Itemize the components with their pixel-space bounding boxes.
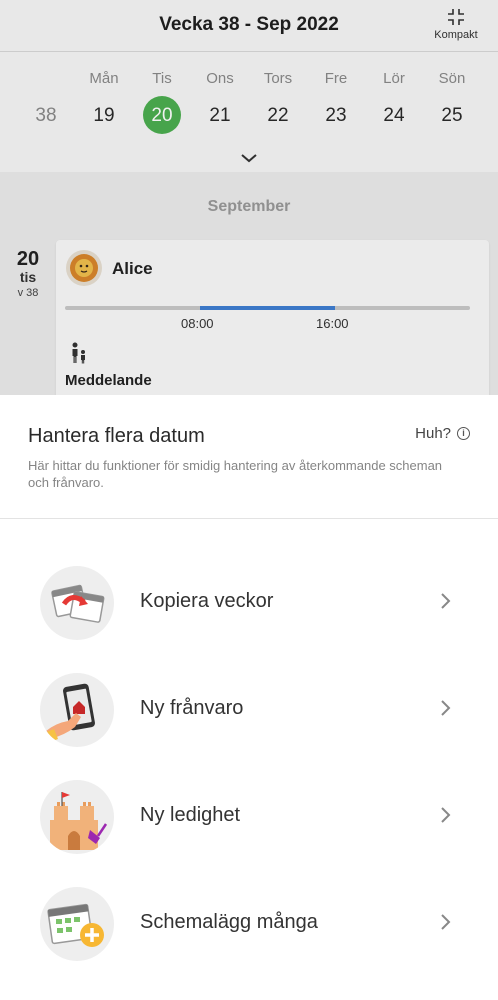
menu-item-new-absence[interactable]: Ny frånvaro — [0, 659, 498, 759]
menu-item-new-leave[interactable]: Ny ledighet — [0, 766, 498, 866]
help-button[interactable]: Huh? i — [415, 425, 470, 442]
schedule-many-icon — [40, 887, 114, 961]
copy-weeks-icon — [40, 566, 114, 640]
chevron-right-icon — [441, 807, 451, 823]
menu-item-label: Ny frånvaro — [140, 697, 244, 719]
chevron-right-icon — [441, 914, 451, 930]
sheet-header: Hantera flera datum Huh? i Här hittar du… — [0, 395, 498, 519]
menu-item-label: Schemalägg många — [140, 911, 318, 933]
chevron-right-icon — [441, 700, 451, 716]
sheet-title: Hantera flera datum — [28, 425, 205, 447]
menu-item-copy-weeks[interactable]: Kopiera veckor — [0, 552, 498, 652]
sandcastle-icon — [40, 780, 114, 854]
info-icon: i — [457, 427, 470, 440]
help-label: Huh? — [415, 425, 451, 442]
chevron-right-icon — [441, 593, 451, 609]
menu-item-label: Ny ledighet — [140, 804, 241, 826]
calendar-background: Vecka 38 - Sep 2022 Kompakt 38 Mån 19 Ti… — [0, 0, 498, 410]
menu-item-schedule-many[interactable]: Schemalägg många — [0, 873, 498, 973]
sheet-description: Här hittar du funktioner för smidig hant… — [28, 458, 443, 490]
absence-phone-icon — [40, 673, 114, 747]
bottom-sheet: Hantera flera datum Huh? i Här hittar du… — [0, 395, 498, 1000]
menu-item-label: Kopiera veckor — [140, 590, 274, 612]
overlay-dim[interactable] — [0, 0, 498, 400]
